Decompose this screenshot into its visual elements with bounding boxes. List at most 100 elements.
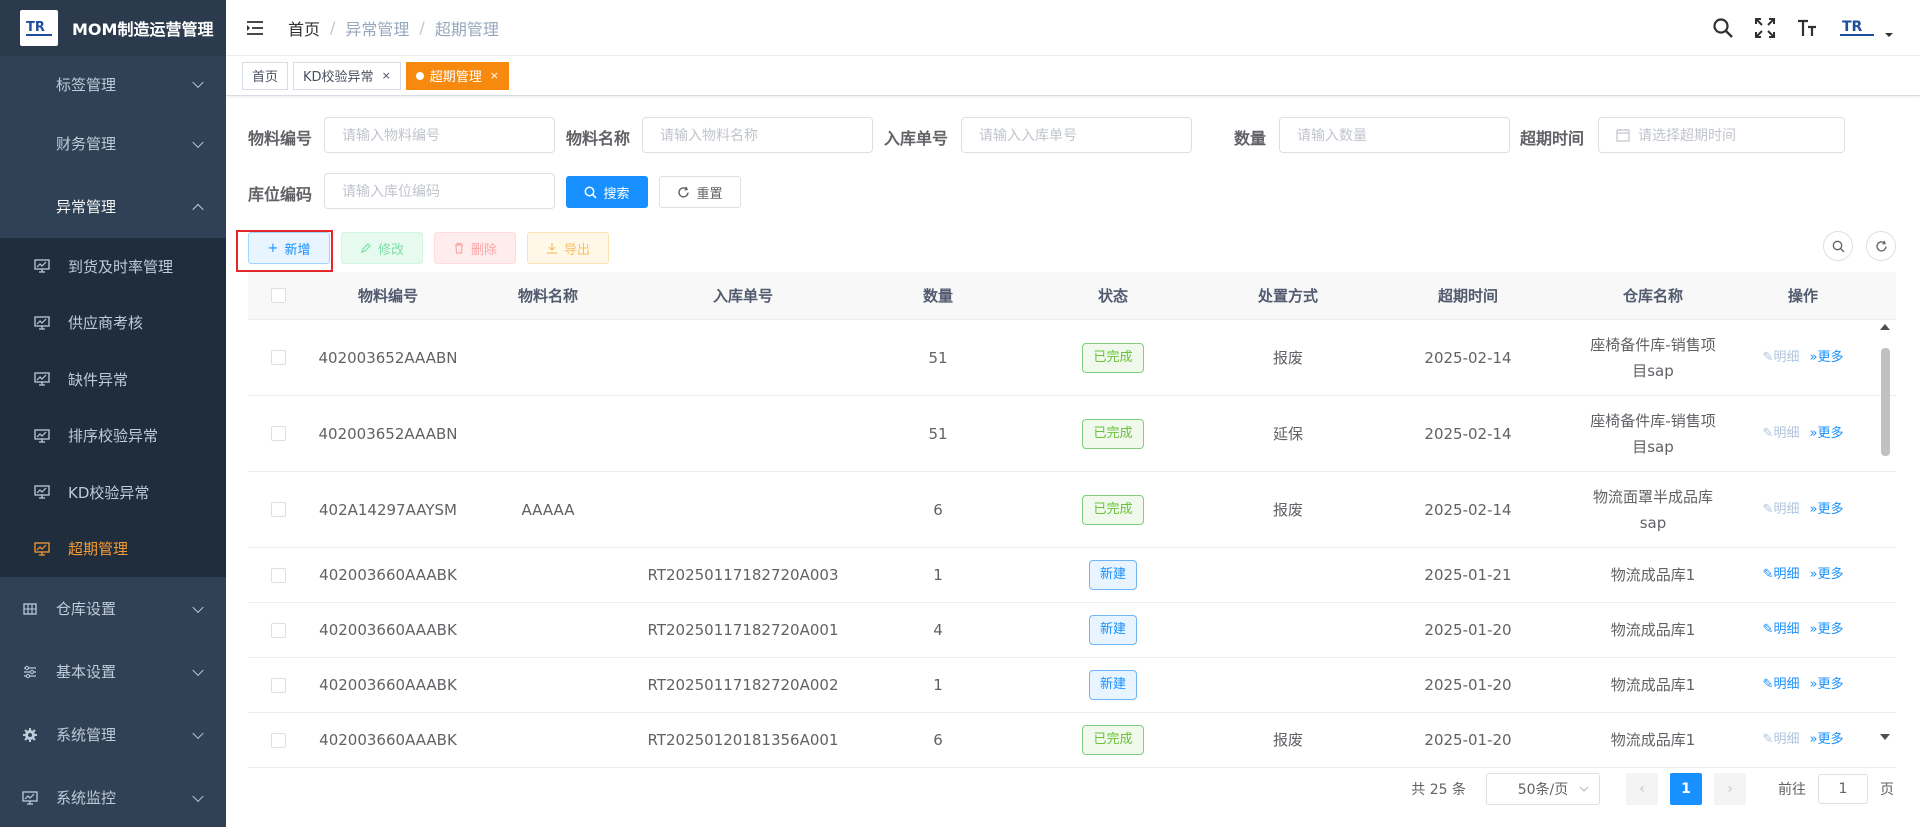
detail-link[interactable]: ✎明细 bbox=[1763, 562, 1800, 588]
close-icon[interactable]: × bbox=[490, 69, 499, 82]
detail-link[interactable]: ✎明细 bbox=[1763, 345, 1800, 371]
font-size-icon[interactable] bbox=[1796, 17, 1818, 39]
more-link[interactable]: »更多 bbox=[1809, 497, 1843, 523]
search-button[interactable]: 搜索 bbox=[566, 176, 648, 208]
tag-kd-check[interactable]: KD校验异常 × bbox=[293, 61, 401, 90]
more-label: 更多 bbox=[1817, 567, 1844, 582]
more-link[interactable]: »更多 bbox=[1809, 421, 1843, 447]
row-checkbox[interactable] bbox=[270, 426, 286, 441]
scrollbar-thumb[interactable] bbox=[1881, 348, 1890, 456]
search-button-label: 搜索 bbox=[603, 186, 630, 202]
more-link[interactable]: »更多 bbox=[1809, 617, 1843, 643]
page-number-current[interactable]: 1 bbox=[1670, 773, 1702, 805]
toggle-search-button[interactable] bbox=[1823, 231, 1853, 261]
row-select-cell bbox=[248, 677, 308, 693]
reset-button[interactable]: 重置 bbox=[659, 176, 741, 208]
select-all-checkbox[interactable] bbox=[270, 288, 286, 303]
table-row[interactable]: 402003660AAABK RT20250117182720A002 1 新建 202… bbox=[248, 658, 1896, 713]
row-checkbox[interactable] bbox=[270, 502, 286, 517]
table-scrollbar[interactable] bbox=[1878, 322, 1892, 742]
edit-icon: ✎ bbox=[1762, 677, 1774, 692]
edit-icon: ✎ bbox=[1762, 732, 1774, 747]
overdue-date-cell: 2025-02-14 bbox=[1424, 424, 1512, 443]
material-name-input[interactable]: 请输入物料名称 bbox=[642, 117, 873, 153]
material-name-label: 物料名称 bbox=[566, 129, 631, 148]
scroll-up-icon[interactable] bbox=[1878, 322, 1892, 332]
breadcrumb-exception[interactable]: 异常管理 bbox=[345, 16, 409, 40]
row-checkbox[interactable] bbox=[270, 350, 286, 365]
row-checkbox[interactable] bbox=[270, 732, 286, 748]
inbound-no-input[interactable]: 请输入入库单号 bbox=[961, 117, 1192, 153]
detail-link[interactable]: ✎明细 bbox=[1763, 421, 1800, 447]
sidebar-item-label: 系统管理 bbox=[56, 726, 117, 744]
goto-page-input[interactable]: 1 bbox=[1818, 774, 1868, 804]
fullscreen-icon[interactable] bbox=[1754, 17, 1776, 39]
disposal-cell: 报废 bbox=[1272, 731, 1303, 749]
tag-home[interactable]: 首页 bbox=[242, 61, 289, 90]
grid-icon bbox=[23, 602, 37, 615]
table-row[interactable]: 402003660AAABK RT20250117182720A003 1 新建 202… bbox=[248, 548, 1896, 603]
row-checkbox[interactable] bbox=[270, 677, 286, 693]
location-code-input[interactable]: 请输入库位编码 bbox=[324, 173, 555, 209]
prev-page-button[interactable]: ‹ bbox=[1626, 773, 1658, 805]
sidebar-item-shortage[interactable]: 缺件异常 bbox=[0, 351, 226, 408]
tag-label: 首页 bbox=[252, 70, 279, 85]
sidebar-item-system-mgmt[interactable]: 系统管理 bbox=[0, 703, 226, 766]
row-checkbox[interactable] bbox=[270, 567, 286, 583]
quantity-cell: 1 bbox=[933, 566, 943, 584]
material-code-input[interactable]: 请输入物料编号 bbox=[324, 117, 555, 153]
more-label: 更多 bbox=[1817, 677, 1844, 692]
sidebar-item-arrival-rate[interactable]: 到货及时率管理 bbox=[0, 238, 226, 295]
warehouse-name: 物流面罩半成品库sap bbox=[1592, 487, 1713, 532]
sidebar-item-label-mgmt[interactable]: 标签管理 bbox=[0, 56, 226, 112]
export-button[interactable]: 导出 bbox=[527, 232, 609, 264]
menu-fold-icon[interactable] bbox=[246, 20, 264, 36]
sidebar-item-exception[interactable]: 异常管理 bbox=[0, 175, 226, 238]
edit-button[interactable]: 修改 bbox=[341, 232, 423, 264]
delete-button[interactable]: 删除 bbox=[434, 232, 516, 264]
sidebar-item-supplier-eval[interactable]: 供应商考核 bbox=[0, 295, 226, 352]
sidebar-item-kd-check[interactable]: KD校验异常 bbox=[0, 464, 226, 521]
next-page-button[interactable]: › bbox=[1714, 773, 1746, 805]
more-link[interactable]: »更多 bbox=[1809, 345, 1843, 371]
row-select-cell bbox=[248, 732, 308, 748]
sidebar-item-sequence-check[interactable]: 排序校验异常 bbox=[0, 408, 226, 465]
scroll-down-icon[interactable] bbox=[1878, 732, 1892, 742]
sidebar-item-finance[interactable]: 财务管理 bbox=[0, 112, 226, 175]
more-link[interactable]: »更多 bbox=[1809, 672, 1843, 698]
close-icon[interactable]: × bbox=[382, 69, 391, 82]
breadcrumb-home[interactable]: 首页 bbox=[288, 16, 320, 40]
search-icon bbox=[585, 186, 598, 199]
sidebar-item-system-monitor[interactable]: 系统监控 bbox=[0, 766, 226, 827]
column-header: 入库单号 bbox=[712, 286, 773, 305]
inbound-no-cell: RT20250117182720A001 bbox=[647, 621, 839, 639]
sidebar-item-overdue[interactable]: 超期管理 bbox=[0, 521, 226, 578]
table-row[interactable]: 402A14297AAYSM AAAAA 6 已完成 报废 2025-02-14 物流面罩半… bbox=[248, 472, 1896, 548]
row-checkbox[interactable] bbox=[270, 622, 286, 638]
sidebar-item-warehouse[interactable]: 仓库设置 bbox=[0, 577, 226, 640]
search-icon[interactable] bbox=[1712, 17, 1734, 39]
sidebar-item-basic-settings[interactable]: 基本设置 bbox=[0, 640, 226, 703]
detail-link[interactable]: ✎明细 bbox=[1763, 617, 1800, 643]
quantity-input[interactable]: 请输入数量 bbox=[1279, 117, 1510, 153]
tag-overdue[interactable]: 超期管理 × bbox=[405, 61, 510, 90]
status-badge: 已完成 bbox=[1082, 342, 1144, 373]
table-row[interactable]: 402003652AAABN 51 已完成 报废 2025-02-14 座椅备件库-销售项… bbox=[248, 320, 1896, 396]
refresh-table-button[interactable] bbox=[1866, 231, 1896, 261]
detail-link[interactable]: ✎明细 bbox=[1763, 497, 1800, 523]
detail-link[interactable]: ✎明细 bbox=[1763, 727, 1800, 753]
table-row[interactable]: 402003660AAABK RT20250120181356A001 6 已完成 报废… bbox=[248, 713, 1896, 768]
overdue-time-picker[interactable]: 请选择超期时间 bbox=[1598, 117, 1845, 153]
table-row[interactable]: 402003652AAABN 51 已完成 延保 2025-02-14 座椅备件库-销售项… bbox=[248, 396, 1896, 472]
edit-icon bbox=[361, 243, 371, 253]
gear-icon bbox=[23, 727, 37, 742]
more-link[interactable]: »更多 bbox=[1809, 727, 1843, 753]
avatar[interactable]: TR bbox=[1838, 16, 1894, 40]
pagination: 共 25 条 50条/页 ‹ 1 › 前往 1 页 bbox=[1411, 773, 1894, 805]
detail-link[interactable]: ✎明细 bbox=[1763, 672, 1800, 698]
page-size-select[interactable]: 50条/页 bbox=[1486, 773, 1600, 805]
more-link[interactable]: »更多 bbox=[1809, 562, 1843, 588]
sidebar-item-label: KD校验异常 bbox=[68, 483, 150, 502]
sidebar-item-label: 基本设置 bbox=[56, 663, 117, 681]
table-row[interactable]: 402003660AAABK RT20250117182720A001 4 新建 202… bbox=[248, 603, 1896, 658]
